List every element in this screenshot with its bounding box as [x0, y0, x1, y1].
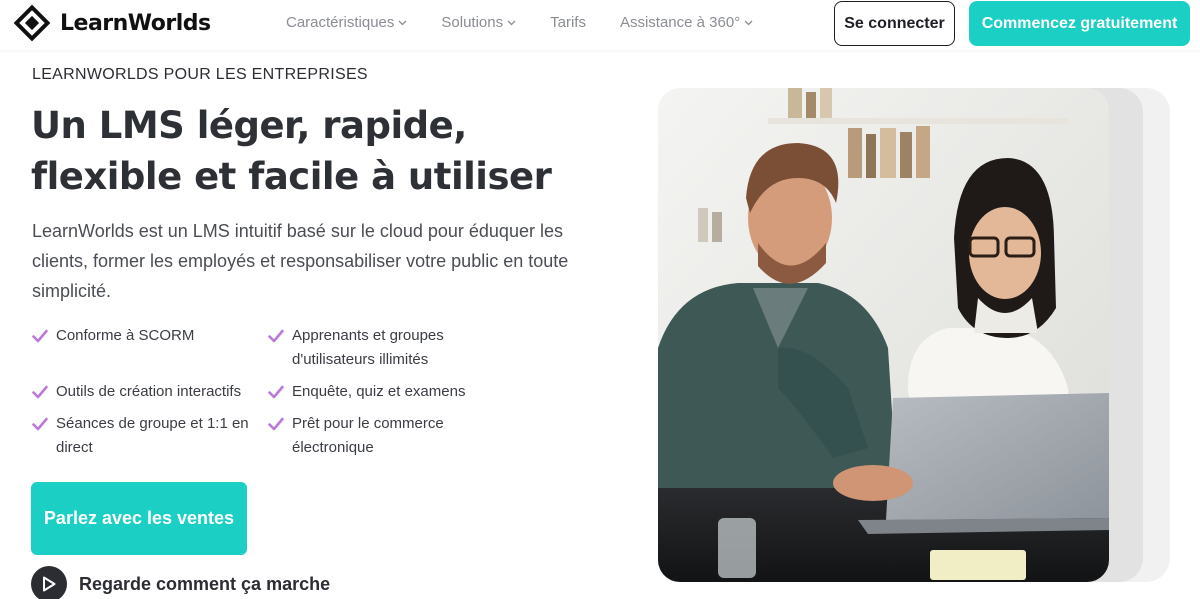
feature-item: Prêt pour le commerce électronique: [268, 412, 502, 460]
top-navigation-bar: LearnWorlds Caractéristiques Solutions T…: [0, 0, 1200, 50]
feature-item: Conforme à SCORM: [32, 324, 268, 372]
nav-item-label: Tarifs: [550, 14, 586, 31]
feature-label: Prêt pour le commerce électronique: [292, 415, 444, 456]
feature-label: Outils de création interactifs: [56, 383, 242, 400]
headline-line-1: Un LMS léger, rapide,: [31, 104, 467, 147]
feature-item: Apprenants et groupes d'utilisateurs ill…: [268, 324, 502, 372]
feature-list: Conforme à SCORM Apprenants et groupes d…: [32, 324, 502, 460]
office-people-laptop-image: [658, 88, 1109, 582]
chevron-down-icon: [744, 20, 753, 25]
learnworlds-logo[interactable]: LearnWorlds: [12, 4, 211, 42]
talk-to-sales-button[interactable]: Parlez avec les ventes: [31, 482, 247, 555]
feature-label: Apprenants et groupes d'utilisateurs ill…: [292, 327, 444, 368]
check-icon: [268, 417, 284, 431]
check-icon: [268, 329, 284, 343]
nav-item-features[interactable]: Caractéristiques: [286, 14, 407, 31]
main-menu: Caractéristiques Solutions Tarifs Assist…: [286, 14, 753, 31]
feature-label: Conforme à SCORM: [56, 327, 195, 344]
start-free-button[interactable]: Commencez gratuitement: [969, 1, 1190, 46]
play-icon: [31, 566, 67, 599]
learnworlds-logo-icon: [13, 4, 51, 42]
watch-video-label: Regarde comment ça marche: [79, 573, 331, 594]
check-icon: [32, 329, 48, 343]
feature-item: Enquête, quiz et examens: [268, 380, 502, 404]
check-icon: [268, 385, 284, 399]
headline-line-2: flexible et facile à utiliser: [31, 155, 552, 198]
nav-item-label: Assistance à 360°: [619, 14, 741, 31]
chevron-down-icon: [507, 20, 516, 25]
chevron-down-icon: [398, 20, 407, 25]
nav-item-support[interactable]: Assistance à 360°: [620, 14, 753, 31]
login-button[interactable]: Se connecter: [834, 1, 955, 46]
feature-item: Séances de groupe et 1:1 en direct: [32, 412, 268, 460]
check-icon: [32, 417, 48, 431]
feature-label: Enquête, quiz et examens: [292, 383, 466, 400]
nav-item-solutions[interactable]: Solutions: [441, 14, 516, 31]
hero-headline: Un LMS léger, rapide, flexible et facile…: [31, 100, 591, 202]
hero-eyebrow: LEARNWORLDS POUR LES ENTREPRISES: [32, 66, 368, 83]
nav-item-label: Solutions: [441, 14, 504, 31]
watch-video-link[interactable]: Regarde comment ça marche: [31, 566, 330, 599]
nav-item-pricing[interactable]: Tarifs: [550, 14, 586, 31]
feature-item: Outils de création interactifs: [32, 380, 268, 404]
feature-label: Séances de groupe et 1:1 en direct: [56, 415, 249, 456]
nav-item-label: Caractéristiques: [286, 14, 395, 31]
check-icon: [32, 385, 48, 399]
hero-description: LearnWorlds est un LMS intuitif basé sur…: [32, 221, 569, 301]
logo-wordmark: LearnWorlds: [60, 10, 211, 36]
